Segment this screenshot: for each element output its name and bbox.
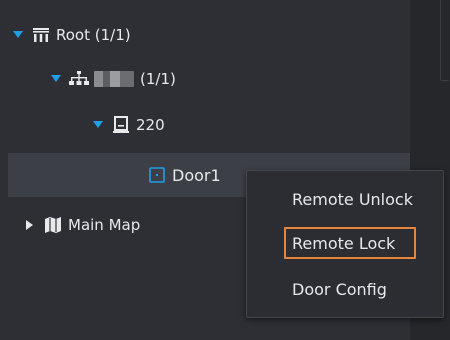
redacted-name xyxy=(94,71,134,87)
tree-node-main-map[interactable]: Main Map xyxy=(24,210,140,240)
highlight-box xyxy=(284,227,416,259)
tree-node-device-label: 220 xyxy=(136,116,165,134)
access-controller-icon xyxy=(110,115,132,135)
caret-down-icon[interactable] xyxy=(12,29,24,41)
caret-down-icon[interactable] xyxy=(50,73,62,85)
tree-node-main-map-label: Main Map xyxy=(68,216,141,234)
tree-node-door-label: Door1 xyxy=(172,165,221,185)
tree-node-child[interactable]: (1/1) xyxy=(50,64,176,94)
menu-item-remote-unlock-label: Remote Unlock xyxy=(292,189,413,209)
context-menu: Remote Unlock Remote Lock Door Config xyxy=(246,170,444,318)
tree-node-door[interactable]: Door1 xyxy=(146,160,221,190)
org-tree-icon xyxy=(30,25,52,45)
door-icon xyxy=(146,165,168,185)
tree-node-device[interactable]: 220 xyxy=(92,110,165,140)
tree-node-root[interactable]: Root (1/1) xyxy=(12,20,131,50)
panel-divider xyxy=(440,0,449,81)
tree-node-child-label: (1/1) xyxy=(140,70,176,88)
map-icon xyxy=(42,215,64,235)
network-device-icon xyxy=(68,69,90,89)
menu-item-remote-unlock[interactable]: Remote Unlock xyxy=(247,179,443,219)
tree-node-root-label: Root (1/1) xyxy=(56,26,131,44)
menu-item-door-config-label: Door Config xyxy=(292,279,387,299)
menu-item-door-config[interactable]: Door Config xyxy=(247,269,443,309)
menu-item-remote-lock[interactable]: Remote Lock xyxy=(247,223,443,263)
caret-right-icon[interactable] xyxy=(24,219,36,231)
caret-down-icon[interactable] xyxy=(92,119,104,131)
